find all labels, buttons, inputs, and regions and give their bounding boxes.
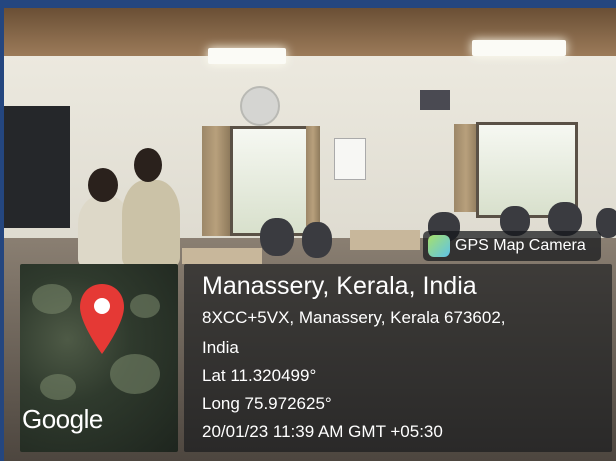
wall-calendar bbox=[334, 138, 366, 180]
wall-fan bbox=[240, 86, 280, 126]
map-texture bbox=[32, 284, 72, 314]
desk bbox=[350, 230, 420, 250]
desk bbox=[182, 248, 262, 264]
timestamp: 20/01/23 11:39 AM GMT +05:30 bbox=[202, 422, 443, 441]
curtain-left bbox=[202, 126, 230, 236]
curtain-mid bbox=[306, 126, 320, 226]
map-thumbnail: Google bbox=[20, 264, 178, 452]
address-line-1: 8XCC+5VX, Manassery, Kerala 673602, bbox=[202, 308, 506, 327]
google-logo: Google bbox=[22, 404, 103, 434]
seated-student bbox=[260, 218, 294, 256]
longitude-readout: Long 75.972625° bbox=[202, 394, 332, 413]
location-info-panel: Manassery, Kerala, India 8XCC+5VX, Manas… bbox=[184, 264, 612, 452]
seated-student bbox=[302, 222, 332, 258]
map-texture bbox=[40, 374, 76, 400]
curtain-right bbox=[454, 124, 478, 212]
ceiling-light-left bbox=[208, 48, 286, 64]
latitude-readout: Lat 11.320499° bbox=[202, 366, 317, 385]
ceiling-light-right bbox=[472, 40, 566, 56]
person-head bbox=[88, 168, 118, 202]
address-line-2: India bbox=[202, 338, 239, 357]
map-texture bbox=[130, 294, 160, 318]
teacher-standing bbox=[122, 180, 180, 266]
location-title: Manassery, Kerala, India bbox=[202, 272, 477, 300]
map-pin-icon bbox=[80, 284, 124, 354]
image-frame: GPS Map Camera Google Manassery, Kerala,… bbox=[0, 0, 616, 461]
badge-label: GPS Map Camera bbox=[455, 237, 586, 254]
gps-map-camera-badge: GPS Map Camera bbox=[423, 231, 601, 261]
map-texture bbox=[110, 354, 160, 394]
person-head bbox=[134, 148, 162, 182]
wall-speaker bbox=[420, 90, 450, 110]
blackboard bbox=[4, 106, 70, 228]
gps-map-camera-icon bbox=[428, 235, 450, 257]
